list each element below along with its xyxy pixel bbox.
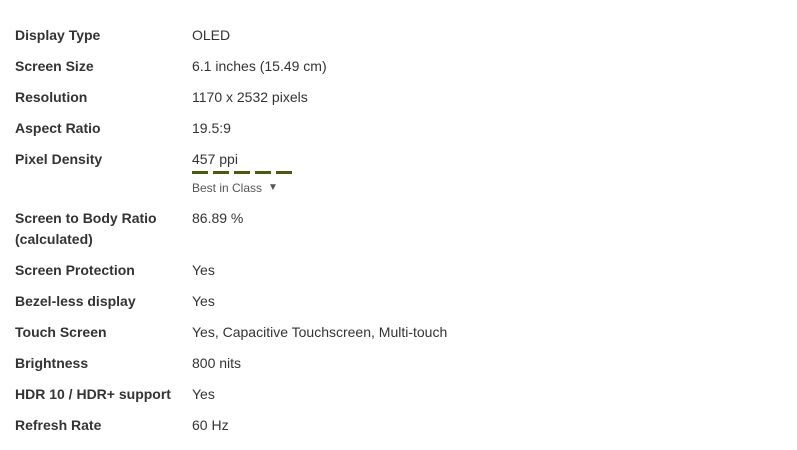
spec-label: Bezel-less display — [15, 293, 136, 309]
rating-segment — [213, 171, 229, 174]
spec-label: Brightness — [15, 355, 89, 371]
rating-segment — [234, 171, 250, 174]
spec-row-screen-protection: Screen Protection Yes — [0, 260, 797, 291]
spec-label: Screen Protection — [15, 262, 135, 278]
spec-row-hdr: HDR 10 / HDR+ support Yes — [0, 384, 797, 415]
spec-label: Pixel Density — [15, 151, 103, 167]
spec-value-group: 457 ppi Best in Class ▼ — [192, 149, 292, 198]
spec-label: Screen Size — [15, 58, 94, 74]
spec-label: Aspect Ratio — [15, 120, 101, 136]
display-specs-table: Display Type OLED Screen Size 6.1 inches… — [0, 25, 797, 446]
spec-row-touch-screen: Touch Screen Yes, Capacitive Touchscreen… — [0, 322, 797, 353]
spec-value: 86.89 % — [192, 210, 244, 226]
spec-label: Resolution — [15, 89, 88, 105]
spec-value: 457 ppi — [192, 151, 238, 167]
rating-segment — [192, 171, 208, 174]
spec-value: OLED — [192, 27, 231, 43]
spec-value: Yes — [192, 293, 215, 309]
spec-row-resolution: Resolution 1170 x 2532 pixels — [0, 87, 797, 118]
best-in-class-label: Best in Class — [192, 181, 263, 195]
spec-row-brightness: Brightness 800 nits — [0, 353, 797, 384]
spec-value: 1170 x 2532 pixels — [192, 89, 308, 105]
rating-segment — [276, 171, 292, 174]
spec-row-display-type: Display Type OLED — [0, 25, 797, 56]
spec-value: 6.1 inches (15.49 cm) — [192, 58, 327, 74]
spec-value: 60 Hz — [192, 417, 229, 433]
rating-segment — [255, 171, 271, 174]
spec-row-refresh-rate: Refresh Rate 60 Hz — [0, 415, 797, 446]
spec-row-screen-to-body: Screen to Body Ratio (calculated) 86.89 … — [0, 208, 797, 260]
spec-value: Yes — [192, 386, 215, 402]
spec-value: 19.5:9 — [192, 120, 231, 136]
spec-row-screen-size: Screen Size 6.1 inches (15.49 cm) — [0, 56, 797, 87]
spec-row-pixel-density: Pixel Density 457 ppi Best in Class ▼ — [0, 149, 797, 208]
spec-row-aspect-ratio: Aspect Ratio 19.5:9 — [0, 118, 797, 149]
spec-row-bezel-less: Bezel-less display Yes — [0, 291, 797, 322]
caret-down-icon: ▼ — [268, 182, 278, 193]
rating-bar — [192, 171, 292, 174]
spec-label: HDR 10 / HDR+ support — [15, 386, 171, 402]
spec-label: Touch Screen — [15, 324, 107, 340]
spec-value: Yes, Capacitive Touchscreen, Multi-touch — [192, 324, 448, 340]
spec-label: Refresh Rate — [15, 417, 102, 433]
spec-value: 800 nits — [192, 355, 242, 371]
spec-value: Yes — [192, 262, 215, 278]
best-in-class-dropdown[interactable]: Best in Class ▼ — [192, 181, 278, 195]
spec-label: Screen to Body Ratio (calculated) — [15, 210, 157, 247]
spec-label: Display Type — [15, 27, 101, 43]
